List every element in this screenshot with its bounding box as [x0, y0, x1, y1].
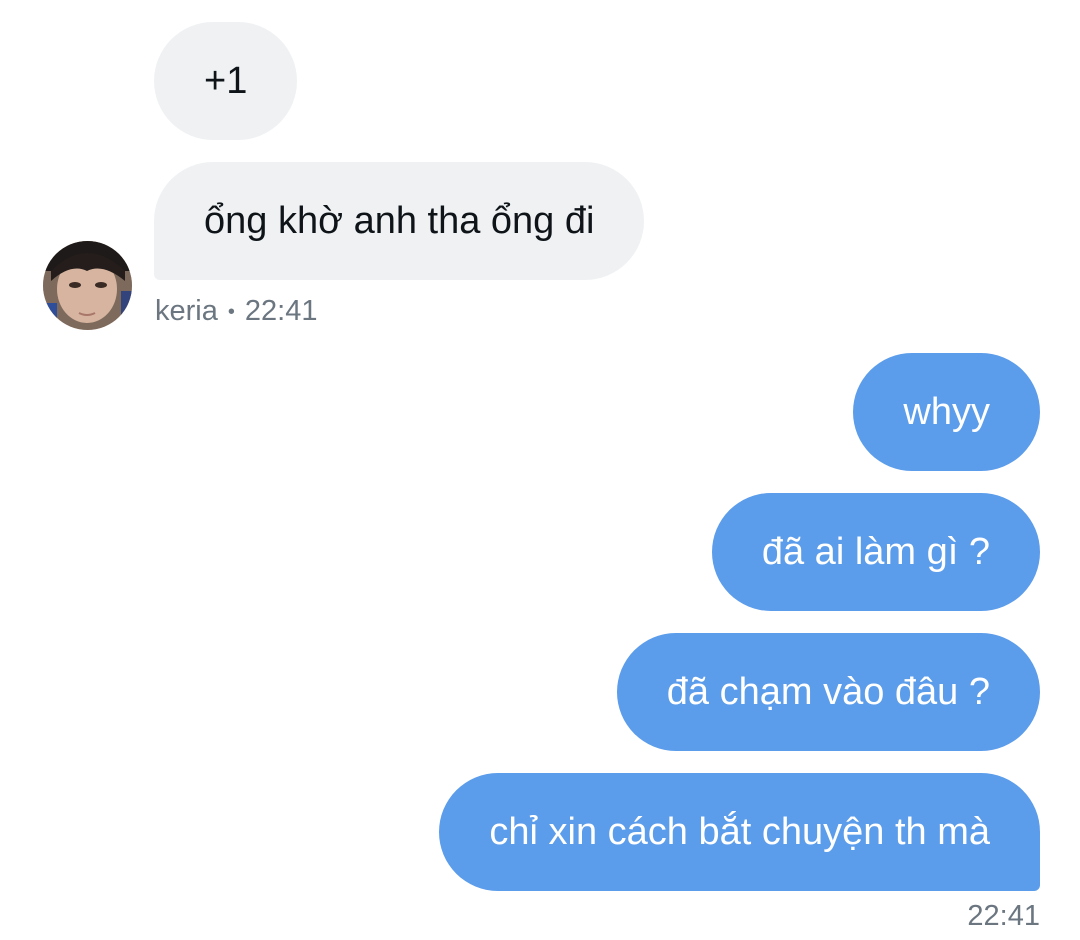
- incoming-message[interactable]: +1: [154, 22, 298, 140]
- message-timestamp: 22:41: [967, 900, 1040, 932]
- message-text: chỉ xin cách bắt chuyện th mà: [489, 811, 990, 853]
- conversation-thread: +1 ổng khờ anh tha ổng đi keria • 22:41 wh…: [0, 0, 1080, 940]
- message-text: đã ai làm gì ?: [761, 531, 990, 573]
- outgoing-message[interactable]: whyy: [853, 353, 1040, 471]
- outgoing-message[interactable]: chỉ xin cách bắt chuyện th mà: [439, 773, 1040, 891]
- message-text: đã chạm vào đâu ?: [666, 671, 990, 713]
- message-text: whyy: [903, 391, 990, 433]
- user-avatar-icon: [43, 241, 132, 330]
- message-timestamp: 22:41: [244, 295, 318, 327]
- avatar[interactable]: [43, 241, 132, 330]
- message-text: +1: [204, 60, 248, 102]
- outgoing-message[interactable]: đã chạm vào đâu ?: [616, 633, 1040, 751]
- message-meta: keria • 22:41: [155, 295, 317, 328]
- message-text: ổng khờ anh tha ổng đi: [204, 200, 595, 242]
- outgoing-message[interactable]: đã ai làm gì ?: [711, 493, 1040, 611]
- sender-name[interactable]: keria: [155, 295, 218, 327]
- incoming-message[interactable]: ổng khờ anh tha ổng đi: [154, 162, 645, 280]
- meta-separator: •: [227, 300, 235, 323]
